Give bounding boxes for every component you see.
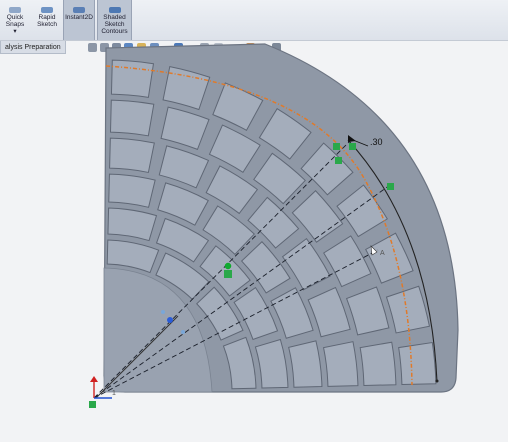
point-label: A [380,250,385,257]
sketch-node[interactable] [181,330,185,334]
sketch-node-2[interactable] [161,310,165,314]
sketch-point[interactable] [224,262,232,270]
selected-point[interactable] [167,317,173,323]
relation-midpoint-icon[interactable] [335,157,342,164]
relation-endpoint-icon[interactable] [387,183,394,190]
origin-fix-icon[interactable] [89,401,96,408]
graphics-area[interactable] [0,0,508,442]
pocket-slot [109,99,155,137]
relation-center-icon[interactable] [224,270,232,278]
pocket-slot [322,341,359,387]
relation-coincident-icon[interactable] [333,143,340,150]
endpoint-dot [435,379,439,383]
pocket-slot [110,59,155,98]
pocket-slot [108,173,156,208]
pocket-slot [288,340,323,388]
relation-tangent-icon[interactable] [349,143,356,150]
origin-label: 1 [112,390,116,397]
pocket-slot [109,137,155,174]
pocket-slot [398,341,437,386]
pocket-slot [359,341,397,387]
dimension-value[interactable]: .30 [370,137,383,147]
